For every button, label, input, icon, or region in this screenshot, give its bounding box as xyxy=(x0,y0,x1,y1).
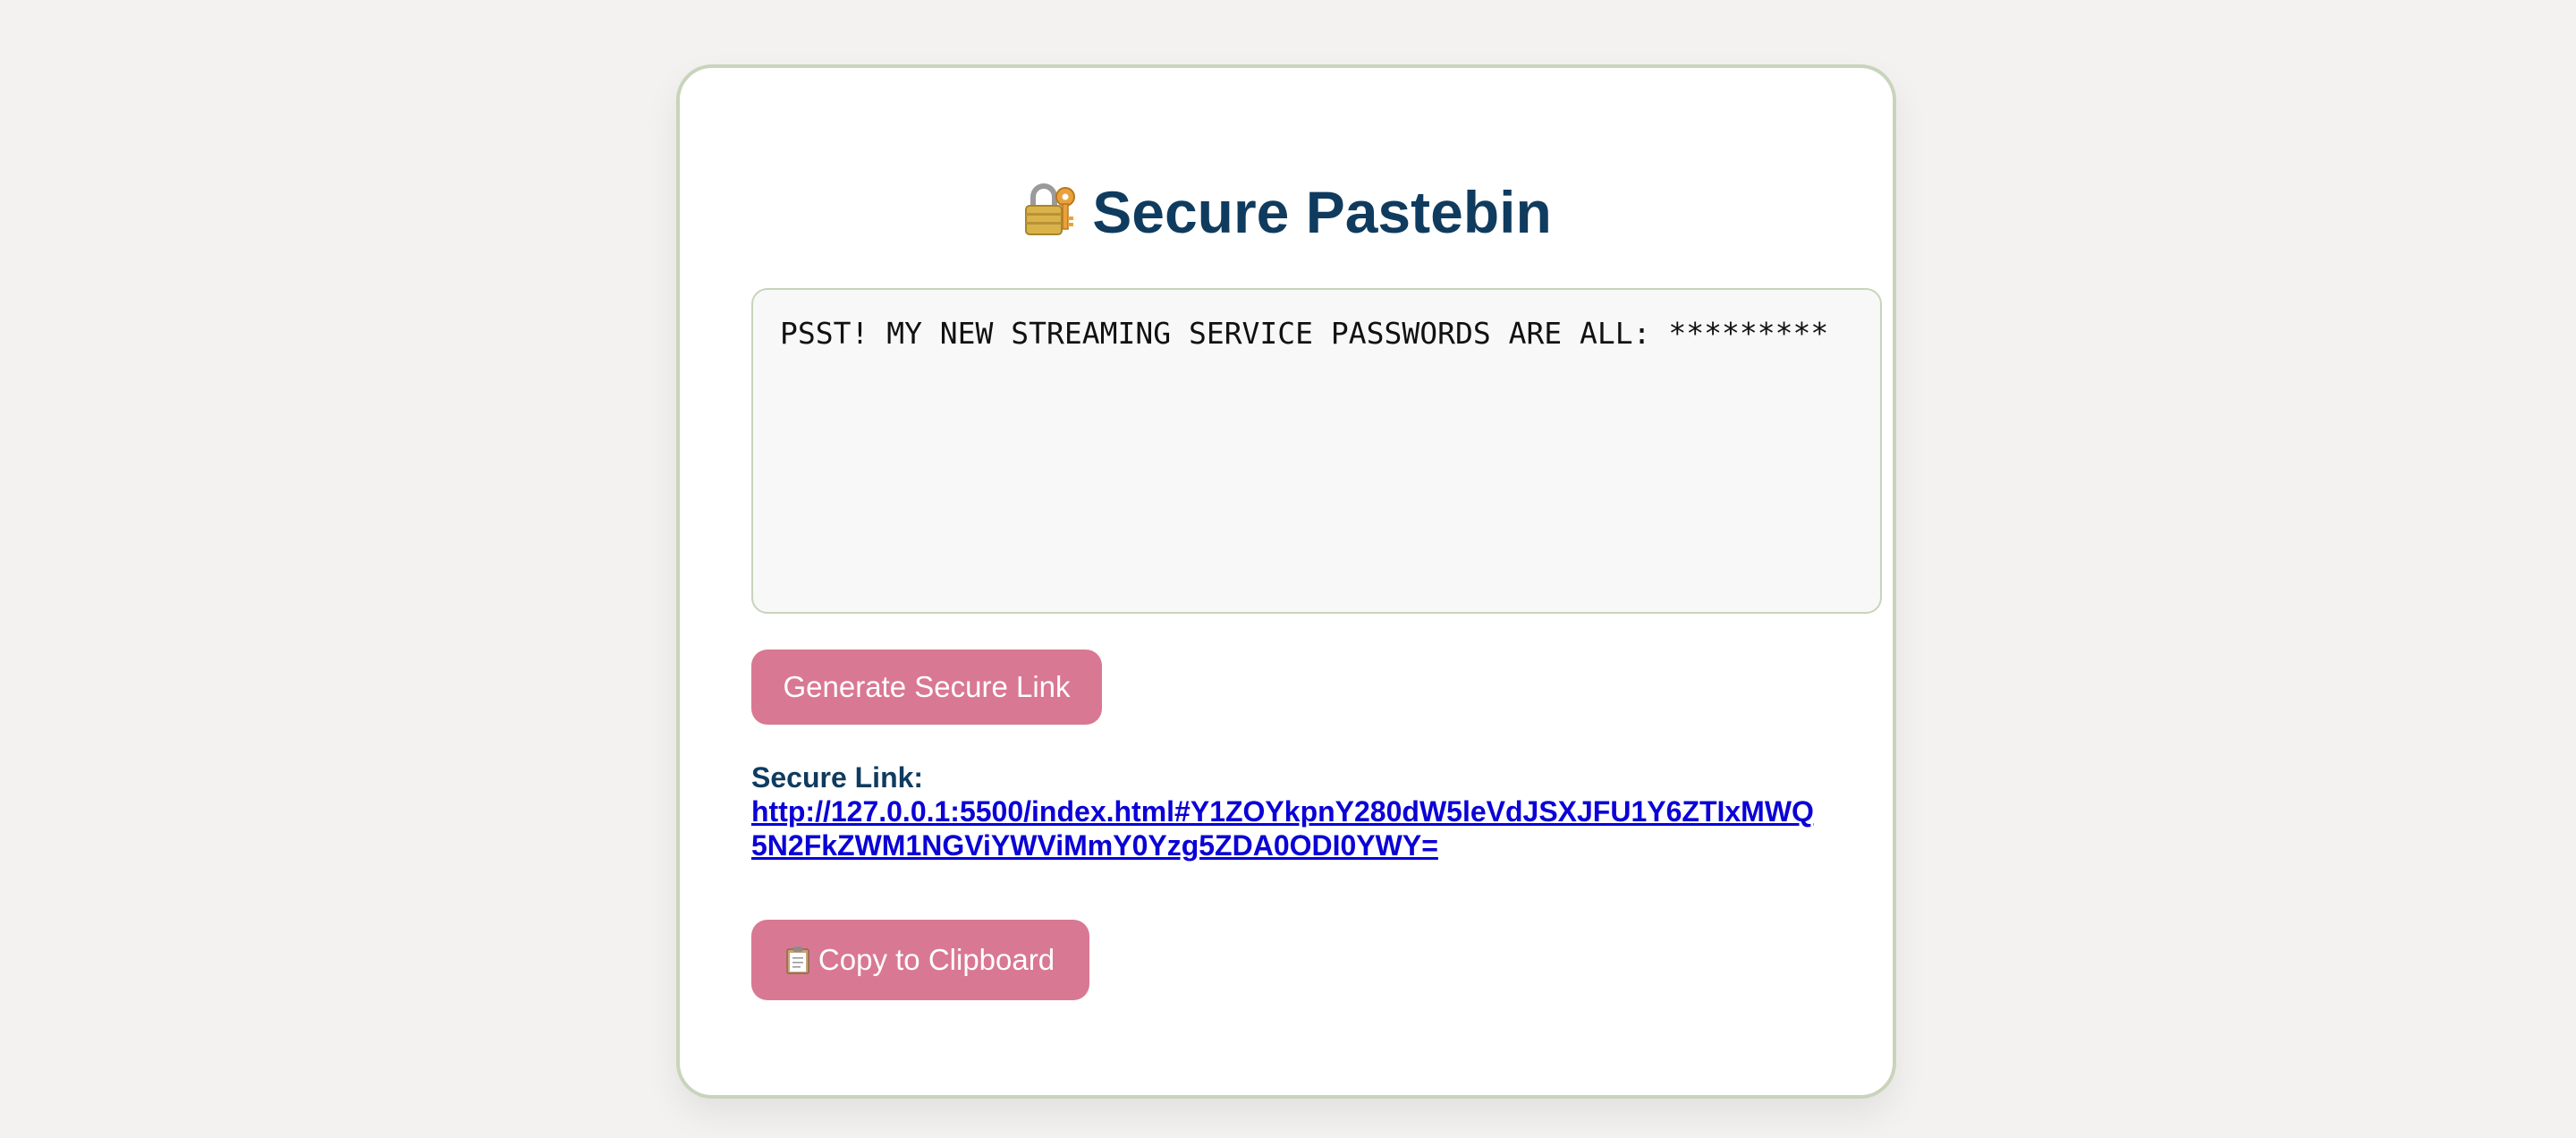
secure-link-label: Secure Link: xyxy=(751,761,924,794)
copy-to-clipboard-button[interactable]: Copy to Clipboard xyxy=(751,920,1089,1000)
secure-link-url[interactable]: http://127.0.0.1:5500/index.html#Y1ZOYkp… xyxy=(751,794,1816,862)
paste-textarea[interactable]: PSST! MY NEW STREAMING SERVICE PASSWORDS… xyxy=(751,288,1882,614)
secure-link-section: Secure Link: http://127.0.0.1:5500/index… xyxy=(751,760,1825,862)
lock-with-key-icon xyxy=(1025,183,1076,235)
copy-to-clipboard-label: Copy to Clipboard xyxy=(818,943,1055,976)
clipboard-icon xyxy=(786,947,809,974)
page-title: Secure Pastebin xyxy=(680,177,1893,248)
page-title-text: Secure Pastebin xyxy=(1092,179,1552,245)
pastebin-card: Secure Pastebin PSST! MY NEW STREAMING S… xyxy=(676,64,1896,1099)
generate-secure-link-button[interactable]: Generate Secure Link xyxy=(751,650,1102,725)
